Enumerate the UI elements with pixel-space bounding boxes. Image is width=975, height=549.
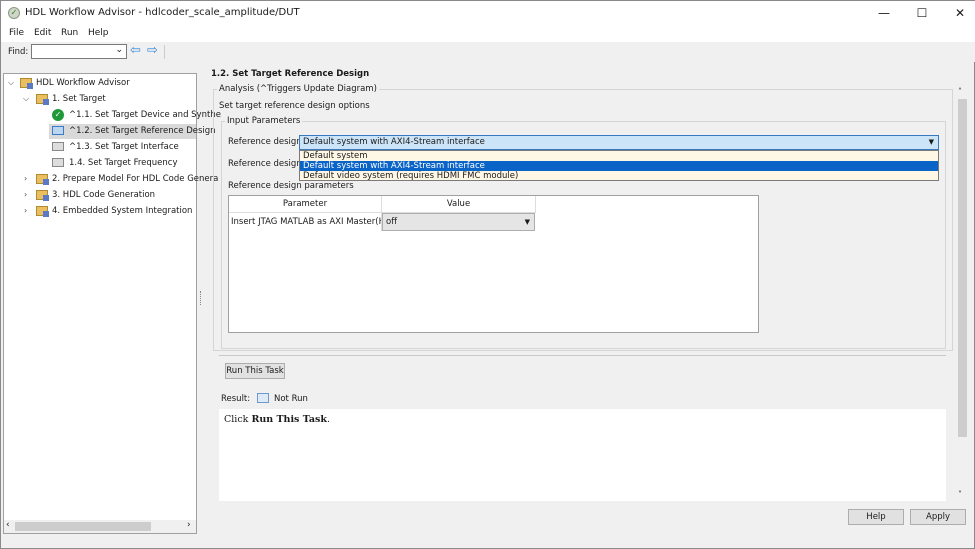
splitter-handle[interactable] bbox=[200, 291, 202, 305]
analysis-legend: Analysis (^Triggers Update Diagram) bbox=[217, 84, 379, 94]
selected-value: Default system with AXI4-Stream interfac… bbox=[303, 137, 485, 147]
result-output: Click Run This Task. bbox=[219, 409, 946, 501]
menu-file[interactable]: File bbox=[9, 28, 24, 38]
tree-item-set-target[interactable]: 1. Set Target bbox=[36, 92, 106, 107]
option-video-system[interactable]: Default video system (requires HDMI FMC … bbox=[300, 171, 938, 181]
scroll-left-icon[interactable]: ‹ bbox=[6, 520, 10, 530]
tree-item-1-3[interactable]: ^1.3. Set Target Interface bbox=[52, 140, 179, 155]
tree-panel: ⌵ HDL Workflow Advisor ⌵ 1. Set Target ✓… bbox=[3, 73, 221, 534]
tree-label: 2. Prepare Model For HDL Code Genera bbox=[52, 174, 219, 184]
chevron-down-icon[interactable]: ⌄ bbox=[115, 45, 123, 55]
param-cell: Insert JTAG MATLAB as AXI Master(H... bbox=[229, 213, 382, 231]
menu-run[interactable]: Run bbox=[61, 28, 78, 38]
tree-label: ^1.2. Set Target Reference Design bbox=[69, 126, 216, 136]
scrollbar-thumb[interactable] bbox=[15, 522, 151, 531]
find-input[interactable]: ⌄ bbox=[31, 44, 127, 59]
folder-icon bbox=[36, 93, 49, 105]
input-parameters-legend: Input Parameters bbox=[225, 116, 303, 126]
output-bold: Run This Task bbox=[251, 414, 327, 425]
params-label: Reference design parameters bbox=[228, 181, 354, 191]
task-icon bbox=[52, 158, 64, 167]
tree-item-1-2[interactable]: ^1.2. Set Target Reference Design bbox=[49, 124, 216, 139]
description: Set target reference design options bbox=[219, 101, 370, 111]
tree-label: HDL Workflow Advisor bbox=[36, 78, 130, 88]
option-axi4-stream[interactable]: Default system with AXI4-Stream interfac… bbox=[300, 161, 938, 171]
page-title: 1.2. Set Target Reference Design bbox=[211, 69, 370, 79]
tree-item-prepare-model[interactable]: 2. Prepare Model For HDL Code Genera bbox=[36, 172, 218, 187]
chevron-right-icon[interactable]: › bbox=[24, 190, 27, 199]
run-this-task-button[interactable]: Run This Task bbox=[225, 363, 285, 379]
dropdown-arrow-icon[interactable]: ▼ bbox=[929, 136, 934, 149]
tree-label: 4. Embedded System Integration bbox=[52, 206, 193, 216]
tree-label: 1. Set Target bbox=[52, 94, 106, 104]
dropdown-arrow-icon[interactable]: ▼ bbox=[525, 214, 530, 230]
tree-label: ^1.1. Set Target Device and Synthe bbox=[69, 110, 221, 120]
tree-label: 3. HDL Code Generation bbox=[52, 190, 156, 200]
scroll-down-icon[interactable]: ˅ bbox=[958, 490, 962, 499]
chevron-down-icon[interactable]: ⌵ bbox=[8, 78, 14, 88]
check-icon: ✓ bbox=[52, 108, 64, 121]
option-default-system[interactable]: Default system bbox=[300, 151, 938, 161]
separator bbox=[219, 355, 946, 356]
value-select[interactable]: off ▼ bbox=[382, 213, 535, 231]
menu-bar bbox=[1, 26, 975, 42]
column-header-parameter[interactable]: Parameter bbox=[229, 196, 382, 213]
window-title: HDL Workflow Advisor - hdlcoder_scale_am… bbox=[25, 7, 300, 18]
menu-edit[interactable]: Edit bbox=[34, 28, 51, 38]
chevron-down-icon[interactable]: ⌵ bbox=[23, 94, 29, 104]
value-text: off bbox=[386, 217, 398, 227]
close-button[interactable]: ✕ bbox=[945, 4, 975, 22]
result-value: Not Run bbox=[274, 394, 308, 404]
find-label: Find: bbox=[8, 47, 29, 57]
not-run-icon bbox=[257, 393, 269, 403]
apply-button[interactable]: Apply bbox=[910, 509, 966, 525]
scroll-right-icon[interactable]: › bbox=[187, 520, 191, 530]
folder-icon bbox=[36, 173, 49, 185]
forward-arrow-icon[interactable]: ⇨ bbox=[147, 44, 158, 57]
chevron-right-icon[interactable]: › bbox=[24, 174, 27, 183]
menu-help[interactable]: Help bbox=[88, 28, 109, 38]
reference-design-select[interactable]: Default system with AXI4-Stream interfac… bbox=[299, 135, 939, 150]
app-icon: ✓ bbox=[8, 7, 20, 19]
vertical-scrollbar-thumb[interactable] bbox=[958, 99, 967, 437]
tree-item-hdl-code-gen[interactable]: 3. HDL Code Generation bbox=[36, 188, 155, 203]
folder-icon bbox=[36, 189, 49, 201]
tree-item-embedded[interactable]: 4. Embedded System Integration bbox=[36, 204, 192, 219]
maximize-button[interactable]: ☐ bbox=[907, 4, 937, 22]
tree-root[interactable]: HDL Workflow Advisor bbox=[20, 76, 130, 91]
output-text: Click bbox=[224, 414, 252, 425]
reference-tool-label: Reference design tool version: bbox=[228, 159, 300, 169]
tree-label: 1.4. Set Target Frequency bbox=[69, 158, 178, 168]
output-suffix: . bbox=[326, 414, 330, 425]
folder-icon bbox=[36, 205, 49, 217]
task-icon bbox=[52, 142, 64, 151]
folder-icon bbox=[20, 77, 33, 89]
chevron-right-icon[interactable]: › bbox=[24, 206, 27, 215]
back-arrow-icon[interactable]: ⇦ bbox=[130, 44, 141, 57]
column-header-value[interactable]: Value bbox=[382, 196, 536, 213]
reference-design-label: Reference design: bbox=[228, 137, 305, 147]
tree-label: ^1.3. Set Target Interface bbox=[69, 142, 179, 152]
task-icon bbox=[52, 126, 64, 135]
result-label: Result: bbox=[221, 394, 251, 404]
minimize-button[interactable]: — bbox=[869, 4, 899, 22]
tree-item-1-4[interactable]: 1.4. Set Target Frequency bbox=[52, 156, 178, 171]
tree-item-1-1[interactable]: ✓ ^1.1. Set Target Device and Synthe bbox=[52, 108, 221, 123]
scroll-up-icon[interactable]: ˄ bbox=[958, 87, 962, 96]
toolbar-divider bbox=[164, 45, 165, 59]
reference-design-dropdown: Default system Default system with AXI4-… bbox=[299, 150, 939, 181]
help-button[interactable]: Help bbox=[848, 509, 904, 525]
